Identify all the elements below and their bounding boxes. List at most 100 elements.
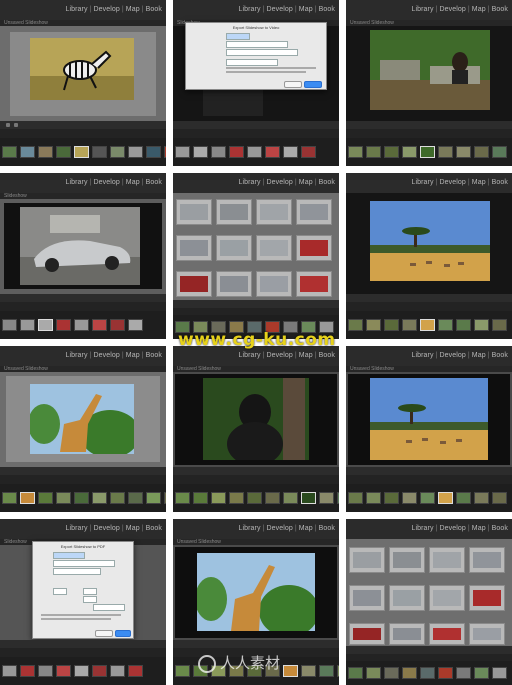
thumbnail[interactable] (265, 492, 280, 504)
thumbnail[interactable] (175, 665, 190, 677)
grid-cell[interactable] (349, 585, 385, 611)
thumbnail[interactable] (319, 665, 334, 677)
thumbnail[interactable] (456, 319, 471, 331)
thumbnail[interactable] (164, 146, 166, 158)
thumbnail[interactable] (337, 492, 339, 504)
grid-cell[interactable] (256, 199, 292, 225)
grid-cell[interactable] (349, 623, 385, 645)
thumbnail[interactable] (2, 665, 17, 677)
module-map[interactable]: Map (298, 179, 314, 186)
thumbnail[interactable] (175, 492, 190, 504)
grid-cell[interactable] (429, 623, 465, 645)
thumbnail[interactable] (384, 492, 399, 504)
video-preset-select[interactable] (226, 59, 278, 66)
save-as-field[interactable] (53, 552, 85, 559)
module-book[interactable]: Book (145, 6, 163, 13)
thumbnail[interactable] (402, 492, 417, 504)
filmstrip[interactable] (346, 661, 512, 685)
module-develop[interactable]: Develop (265, 352, 293, 359)
thumbnail[interactable] (438, 146, 453, 158)
module-library[interactable]: Library (237, 352, 261, 359)
grid-cell[interactable] (256, 235, 292, 261)
thumbnail[interactable] (474, 667, 489, 679)
where-select[interactable] (226, 49, 298, 56)
thumbnail[interactable] (74, 665, 89, 677)
thumbnail[interactable] (420, 146, 435, 158)
stop-icon[interactable] (14, 123, 18, 127)
module-book[interactable]: Book (318, 352, 336, 359)
tags-field[interactable] (53, 560, 115, 567)
module-develop[interactable]: Develop (92, 525, 120, 532)
thumbnail[interactable] (402, 667, 417, 679)
module-library[interactable]: Library (410, 352, 434, 359)
module-library[interactable]: Library (237, 525, 261, 532)
thumbnail[interactable] (301, 146, 316, 158)
thumbnail[interactable] (92, 319, 107, 331)
grid-cell[interactable] (296, 235, 332, 261)
module-library[interactable]: Library (64, 6, 88, 13)
thumbnail[interactable] (38, 319, 53, 331)
thumbnail[interactable] (319, 492, 334, 504)
filmstrip[interactable] (0, 311, 166, 339)
filmstrip[interactable] (0, 657, 166, 685)
grid-cell[interactable] (176, 199, 212, 225)
thumbnail[interactable] (20, 492, 35, 504)
thumbnail[interactable] (110, 492, 125, 504)
thumbnail[interactable] (146, 492, 161, 504)
thumbnail[interactable] (384, 667, 399, 679)
module-develop[interactable]: Develop (438, 6, 466, 13)
grid-cell[interactable] (469, 623, 505, 645)
thumbnail[interactable] (348, 667, 363, 679)
thumbnail[interactable] (348, 146, 363, 158)
thumbnail[interactable] (110, 146, 125, 158)
thumbnail[interactable] (74, 146, 89, 158)
thumbnail[interactable] (247, 492, 262, 504)
thumbnail[interactable] (2, 492, 17, 504)
filmstrip[interactable] (346, 484, 512, 512)
filmstrip[interactable] (173, 484, 339, 512)
module-develop[interactable]: Develop (438, 352, 466, 359)
grid-cell[interactable] (256, 271, 292, 297)
module-develop[interactable]: Develop (265, 6, 293, 13)
module-library[interactable]: Library (410, 6, 434, 13)
thumbnail[interactable] (348, 492, 363, 504)
module-library[interactable]: Library (237, 6, 261, 13)
module-library[interactable]: Library (237, 179, 261, 186)
thumbnail[interactable] (283, 492, 298, 504)
module-map[interactable]: Map (471, 352, 487, 359)
grid-cell[interactable] (296, 199, 332, 225)
play-icon[interactable] (6, 123, 10, 127)
tags-field[interactable] (226, 41, 288, 48)
grid-cell[interactable] (469, 585, 505, 611)
thumbnail[interactable] (128, 665, 143, 677)
thumbnail[interactable] (193, 146, 208, 158)
grid-cell[interactable] (429, 585, 465, 611)
thumbnail[interactable] (56, 492, 71, 504)
module-library[interactable]: Library (410, 179, 434, 186)
module-develop[interactable]: Develop (438, 179, 466, 186)
thumbnail[interactable] (492, 319, 507, 331)
thumbnail[interactable] (301, 492, 316, 504)
thumbnail[interactable] (229, 492, 244, 504)
module-develop[interactable]: Develop (265, 525, 293, 532)
filmstrip[interactable] (346, 138, 512, 166)
thumbnail[interactable] (92, 492, 107, 504)
thumbnail[interactable] (474, 319, 489, 331)
thumbnail[interactable] (366, 492, 381, 504)
module-book[interactable]: Book (491, 525, 509, 532)
thumbnail[interactable] (211, 492, 226, 504)
thumbnail[interactable] (420, 667, 435, 679)
thumbnail[interactable] (366, 319, 381, 331)
thumbnail[interactable] (366, 146, 381, 158)
module-book[interactable]: Book (318, 6, 336, 13)
module-library[interactable]: Library (410, 525, 434, 532)
common-sizes-select[interactable] (93, 604, 125, 611)
thumbnail[interactable] (20, 146, 35, 158)
thumbnail[interactable] (337, 665, 339, 677)
thumbnail[interactable] (38, 665, 53, 677)
save-as-field[interactable] (226, 33, 250, 40)
width-field[interactable] (83, 588, 97, 595)
cancel-button[interactable] (284, 81, 302, 88)
thumbnail[interactable] (56, 665, 71, 677)
thumbnail[interactable] (247, 146, 262, 158)
